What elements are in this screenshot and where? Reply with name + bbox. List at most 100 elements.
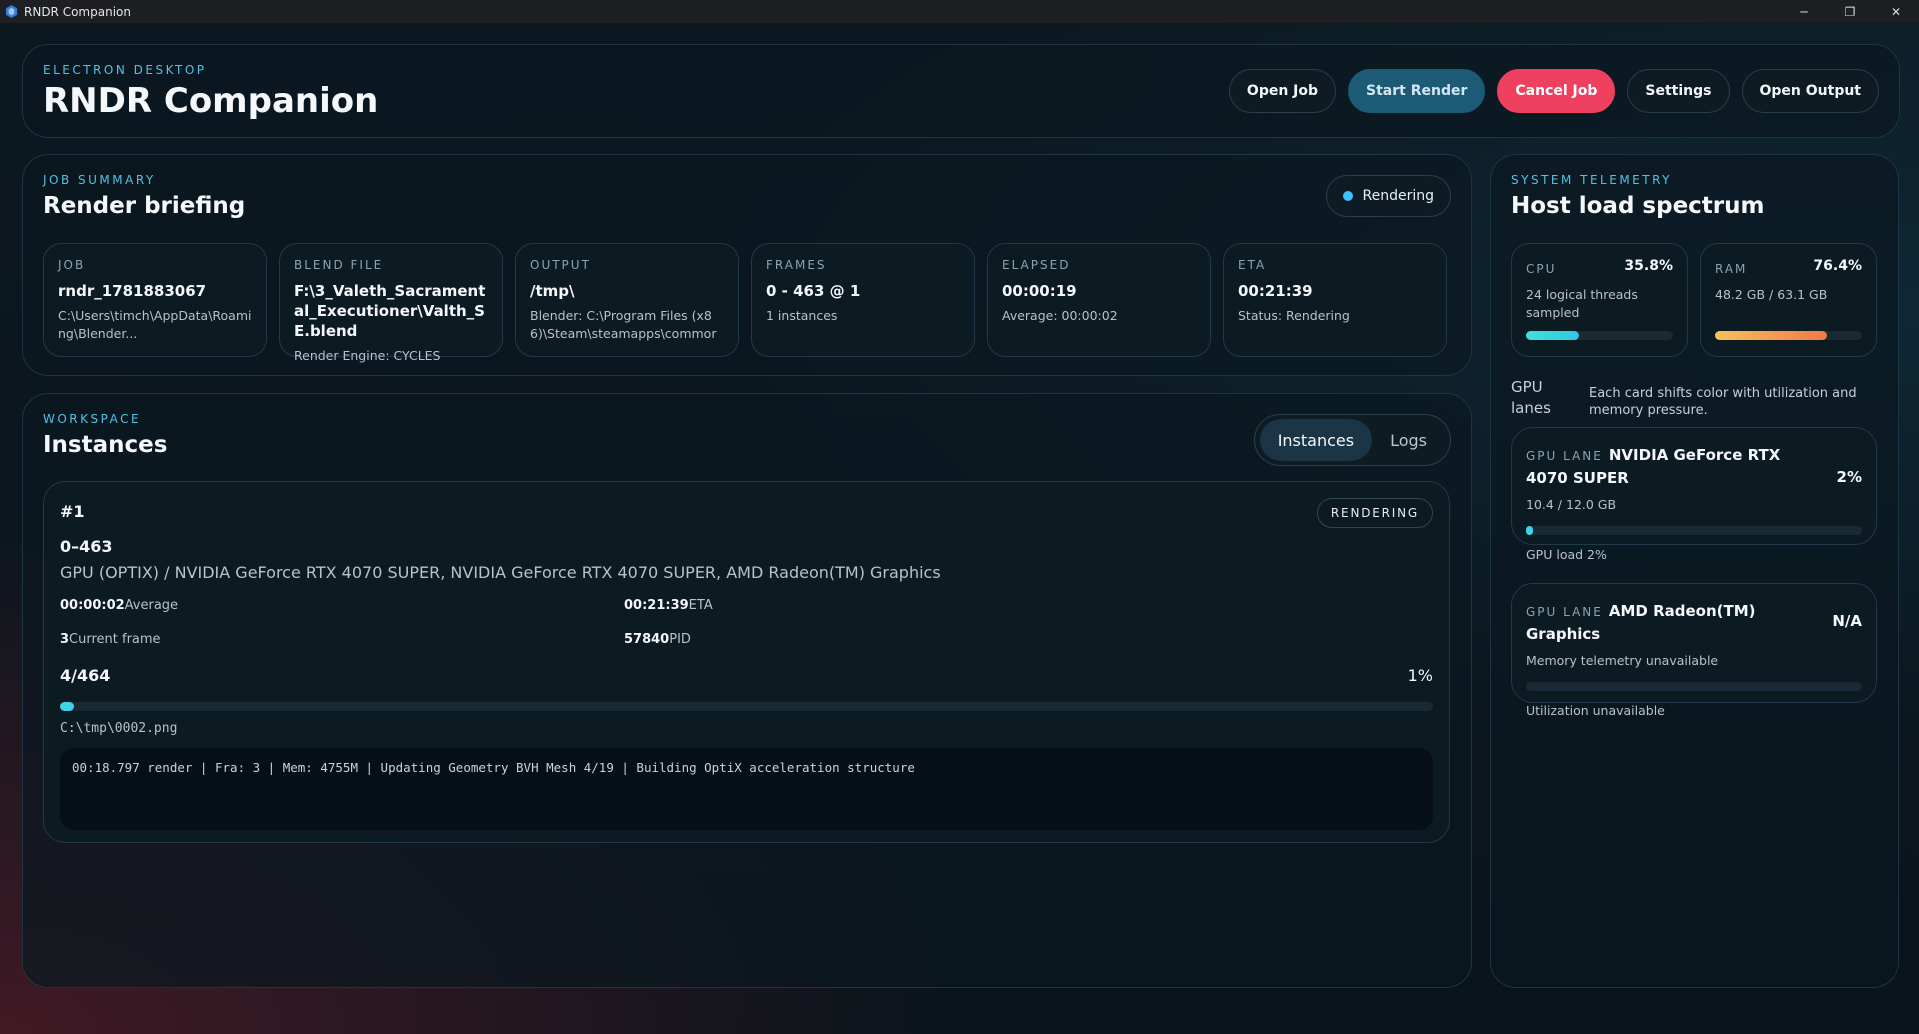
summary-card-output: OUTPUT /tmp\ Blender: C:\Program Files (… bbox=[515, 243, 739, 357]
workspace-panel: WORKSPACE Instances Instances Logs #1 RE… bbox=[22, 393, 1472, 988]
card-value: 00:00:19 bbox=[1002, 282, 1077, 300]
workspace-title: Instances bbox=[43, 432, 168, 458]
ram-meter: RAM 76.4% 48.2 GB / 63.1 GB bbox=[1700, 243, 1877, 357]
card-sub: Status: Rendering bbox=[1238, 308, 1350, 323]
stat-frame-label: Current frame bbox=[69, 632, 161, 647]
open-output-button[interactable]: Open Output bbox=[1741, 69, 1879, 113]
workspace-tabs: Instances Logs bbox=[1253, 414, 1451, 466]
stat-pid: 57840PID bbox=[624, 632, 691, 647]
gpu-lane-footer: Utilization unavailable bbox=[1526, 703, 1665, 718]
gpu-lane-bar-fill bbox=[1526, 526, 1533, 535]
status-dot-icon bbox=[1342, 191, 1353, 201]
summary-eyebrow: JOB SUMMARY bbox=[43, 173, 156, 187]
card-label: JOB bbox=[58, 258, 86, 272]
stat-eta-value: 00:21:39 bbox=[624, 598, 689, 613]
progress-count: 4/464 bbox=[60, 666, 111, 685]
progress-bar bbox=[60, 702, 1433, 711]
telemetry-eyebrow: SYSTEM TELEMETRY bbox=[1511, 173, 1672, 187]
log-output: 00:18.797 render | Fra: 3 | Mem: 4755M |… bbox=[60, 748, 1433, 830]
gpu-lane-bar bbox=[1526, 682, 1862, 691]
app-header: ELECTRON DESKTOP RNDR Companion Open Job… bbox=[22, 44, 1900, 138]
job-summary-panel: JOB SUMMARY Render briefing Rendering JO… bbox=[22, 154, 1472, 376]
gpu-lane-percent: N/A bbox=[1832, 612, 1862, 630]
card-label: FRAMES bbox=[766, 258, 827, 272]
gpu-lanes-description: Each card shifts color with utilization … bbox=[1589, 386, 1857, 418]
card-sub: 1 instances bbox=[766, 308, 838, 323]
instance-card: #1 RENDERING 0–463 GPU (OPTIX) / NVIDIA … bbox=[43, 481, 1450, 843]
summary-card-blend-file: BLEND FILE F:\3_Valeth_Sacramental_Execu… bbox=[279, 243, 503, 363]
instance-status-badge: RENDERING bbox=[1316, 498, 1433, 528]
stat-average-label: Average bbox=[124, 598, 179, 613]
summary-cards: JOB rndr_1781883067 C:\Users\timch\AppDa… bbox=[43, 243, 1447, 363]
app-logo-icon bbox=[5, 5, 18, 18]
card-label: OUTPUT bbox=[530, 258, 591, 272]
cpu-meter: CPU 35.8% 24 logical threads sampled bbox=[1511, 243, 1688, 357]
stat-current-frame: 3Current frame bbox=[60, 632, 161, 647]
card-value: 00:21:39 bbox=[1238, 282, 1313, 300]
card-label: BLEND FILE bbox=[294, 258, 384, 272]
gpu-lane-amd: GPU LANE AMD Radeon(TM) Graphics N/A Memo… bbox=[1511, 583, 1877, 718]
status-badge: Rendering bbox=[1325, 175, 1451, 217]
summary-card-frames: FRAMES 0 - 463 @ 1 1 instances bbox=[751, 243, 975, 357]
progress-bar-fill bbox=[60, 702, 74, 711]
status-text: Rendering bbox=[1362, 188, 1435, 204]
progress-row: 4/464 1% bbox=[60, 666, 1433, 688]
header-actions: Open Job Start Render Cancel Job Setting… bbox=[1228, 69, 1879, 113]
stat-eta-label: ETA bbox=[688, 598, 713, 613]
instance-gpu-info: GPU (OPTIX) / NVIDIA GeForce RTX 4070 SU… bbox=[60, 563, 941, 582]
ram-bar bbox=[1715, 331, 1862, 340]
summary-title: Render briefing bbox=[43, 193, 246, 219]
gpu-lane-memory: Memory telemetry unavailable bbox=[1526, 653, 1719, 668]
ram-sub: 48.2 GB / 63.1 GB bbox=[1715, 287, 1828, 302]
card-label: ELAPSED bbox=[1002, 258, 1071, 272]
ram-bar-fill bbox=[1715, 331, 1828, 340]
settings-button[interactable]: Settings bbox=[1627, 69, 1730, 113]
close-icon[interactable]: ✕ bbox=[1873, 0, 1919, 23]
instance-id: #1 bbox=[60, 502, 85, 521]
card-value: F:\3_Valeth_Sacramental_Executioner\Valt… bbox=[294, 282, 486, 340]
gpu-lane-bar bbox=[1526, 526, 1862, 535]
workspace-eyebrow: WORKSPACE bbox=[43, 412, 142, 426]
telemetry-title: Host load spectrum bbox=[1511, 193, 1765, 219]
stat-average-value: 00:00:02 bbox=[60, 598, 125, 613]
summary-card-elapsed: ELAPSED 00:00:19 Average: 00:00:02 bbox=[987, 243, 1211, 357]
instance-frame-range: 0–463 bbox=[60, 537, 113, 556]
tab-logs[interactable]: Logs bbox=[1372, 419, 1445, 461]
card-sub: C:\Users\timch\AppData\Roaming\Blender..… bbox=[58, 308, 252, 341]
maximize-icon[interactable]: ❐ bbox=[1827, 0, 1873, 23]
host-meters: CPU 35.8% 24 logical threads sampled RAM… bbox=[1511, 243, 1877, 357]
stat-pid-label: PID bbox=[669, 632, 691, 647]
stat-frame-value: 3 bbox=[60, 632, 70, 647]
start-render-button[interactable]: Start Render bbox=[1348, 69, 1486, 113]
gpu-lane-percent: 2% bbox=[1836, 468, 1862, 486]
stat-eta: 00:21:39ETA bbox=[624, 598, 713, 613]
gpu-lanes-heading: GPU lanes bbox=[1511, 378, 1551, 417]
stat-pid-value: 57840 bbox=[624, 632, 670, 647]
card-value: /tmp\ bbox=[530, 282, 575, 300]
gpu-lane-label: GPU LANE bbox=[1526, 605, 1603, 619]
gpu-lane-label: GPU LANE bbox=[1526, 449, 1603, 463]
tab-instances[interactable]: Instances bbox=[1259, 419, 1373, 461]
gpu-lane-memory: 10.4 / 12.0 GB bbox=[1526, 497, 1617, 512]
gpu-lane-title: GPU LANE AMD Radeon(TM) Graphics bbox=[1526, 600, 1816, 645]
cpu-bar-fill bbox=[1526, 331, 1579, 340]
card-sub: Blender: C:\Program Files (x86)\Steam\st… bbox=[530, 308, 717, 341]
minimize-icon[interactable]: ─ bbox=[1781, 0, 1827, 23]
summary-card-job: JOB rndr_1781883067 C:\Users\timch\AppDa… bbox=[43, 243, 267, 357]
card-sub: Render Engine: CYCLES bbox=[294, 348, 441, 363]
cancel-job-button[interactable]: Cancel Job bbox=[1497, 69, 1616, 113]
gpu-lanes-intro: GPU lanes Each card shifts color with ut… bbox=[1511, 377, 1881, 421]
instance-stats: 00:00:02Average 00:21:39ETA 3Current fra… bbox=[60, 598, 1433, 658]
telemetry-panel: SYSTEM TELEMETRY Host load spectrum CPU … bbox=[1490, 154, 1899, 988]
progress-percent: 1% bbox=[1407, 666, 1433, 685]
gpu-lane-title: GPU LANE NVIDIA GeForce RTX 4070 SUPER bbox=[1526, 444, 1816, 489]
card-value: rndr_1781883067 bbox=[58, 282, 207, 300]
cpu-percent: 35.8% bbox=[1624, 258, 1673, 274]
open-job-button[interactable]: Open Job bbox=[1228, 69, 1337, 113]
summary-card-eta: ETA 00:21:39 Status: Rendering bbox=[1223, 243, 1447, 357]
window-title: RNDR Companion bbox=[24, 4, 131, 19]
ram-percent: 76.4% bbox=[1813, 258, 1862, 274]
cpu-sub: 24 logical threads sampled bbox=[1526, 287, 1638, 320]
gpu-lane-nvidia: GPU LANE NVIDIA GeForce RTX 4070 SUPER 2%… bbox=[1511, 427, 1877, 562]
card-sub: Average: 00:00:02 bbox=[1002, 308, 1118, 323]
